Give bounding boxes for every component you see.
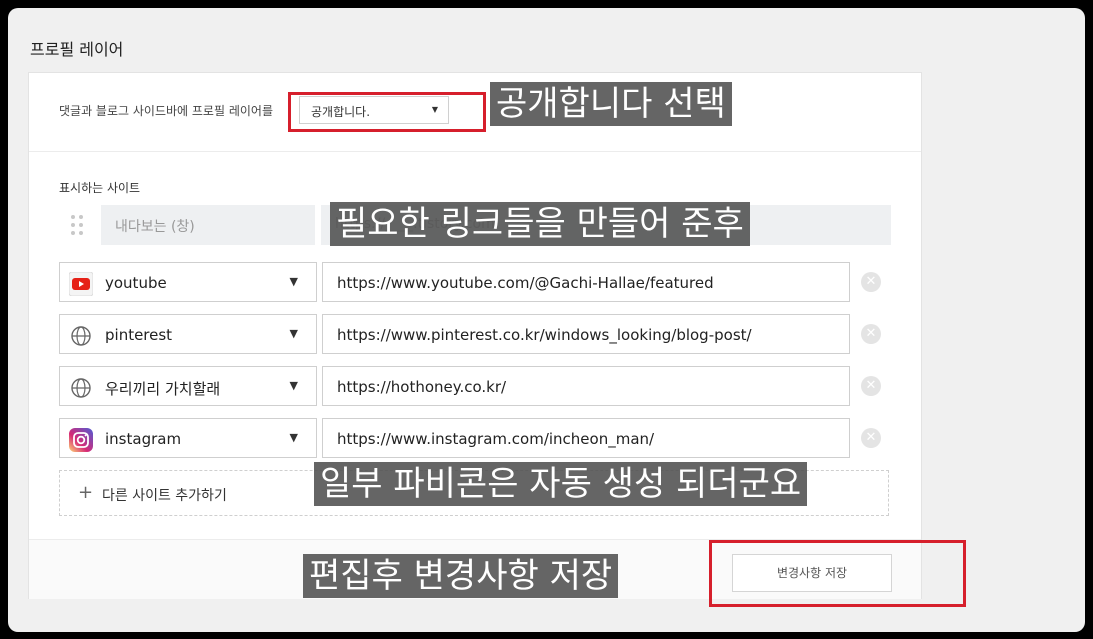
add-site-label: 다른 사이트 추가하기 bbox=[102, 488, 227, 504]
settings-window: 프로필 레이어 댓글과 블로그 사이드바에 프로필 레이어를 공개합니다. ▼ … bbox=[8, 8, 1085, 632]
plus-icon: + bbox=[78, 482, 94, 503]
remove-icon[interactable]: ✕ bbox=[861, 376, 881, 396]
site-name: pinterest bbox=[105, 326, 173, 344]
remove-icon[interactable]: ✕ bbox=[861, 272, 881, 292]
highlight-box-select bbox=[288, 92, 486, 132]
site-url-input[interactable]: https://www.youtube.com/@Gachi-Hallae/fe… bbox=[322, 262, 850, 302]
annotation-make-links: 필요한 링크들을 만들어 준후 bbox=[330, 202, 750, 246]
chevron-down-icon: ▼ bbox=[289, 327, 298, 340]
annotation-favicon-auto: 일부 파비콘은 자동 생성 되더군요 bbox=[314, 462, 808, 506]
highlight-box-save bbox=[709, 540, 966, 607]
site-row: 우리끼리 가치할래 ▼ https://hothoney.co.kr/ ✕ bbox=[59, 366, 889, 406]
globe-icon bbox=[71, 378, 91, 398]
site-select[interactable]: pinterest ▼ bbox=[59, 314, 317, 354]
site-url-input[interactable]: https://www.pinterest.co.kr/windows_look… bbox=[322, 314, 850, 354]
new-site-name-placeholder[interactable]: 내다보는 (창) bbox=[101, 205, 315, 245]
remove-icon[interactable]: ✕ bbox=[861, 428, 881, 448]
site-name: 우리끼리 가치할래 bbox=[105, 380, 221, 398]
sites-label: 표시하는 사이트 bbox=[59, 181, 141, 195]
annotation-select-public: 공개합니다 선택 bbox=[490, 82, 732, 126]
site-name: instagram bbox=[105, 430, 182, 448]
annotation-save-after-edit: 편집후 변경사항 저장 bbox=[303, 554, 619, 598]
profile-layer-card: 댓글과 블로그 사이드바에 프로필 레이어를 공개합니다. ▼ 표시하는 사이트… bbox=[28, 72, 922, 599]
globe-icon bbox=[71, 326, 91, 346]
instagram-icon bbox=[69, 428, 93, 452]
chevron-down-icon: ▼ bbox=[289, 275, 298, 288]
site-select[interactable]: 우리끼리 가치할래 ▼ bbox=[59, 366, 317, 406]
site-select[interactable]: instagram ▼ bbox=[59, 418, 317, 458]
site-select[interactable]: youtube ▼ bbox=[59, 262, 317, 302]
site-url-input[interactable]: https://www.instagram.com/incheon_man/ bbox=[322, 418, 850, 458]
site-url-input[interactable]: https://hothoney.co.kr/ bbox=[322, 366, 850, 406]
drag-handle-icon[interactable] bbox=[59, 205, 95, 245]
site-row: youtube ▼ https://www.youtube.com/@Gachi… bbox=[59, 262, 889, 302]
site-name: youtube bbox=[105, 274, 167, 292]
youtube-icon bbox=[69, 272, 93, 296]
site-row: instagram ▼ https://www.instagram.com/in… bbox=[59, 418, 889, 458]
section-title: 프로필 레이어 bbox=[30, 40, 124, 59]
site-row: pinterest ▼ https://www.pinterest.co.kr/… bbox=[59, 314, 889, 354]
remove-icon[interactable]: ✕ bbox=[861, 324, 881, 344]
chevron-down-icon: ▼ bbox=[289, 379, 298, 392]
chevron-down-icon: ▼ bbox=[289, 431, 298, 444]
profile-layer-label: 댓글과 블로그 사이드바에 프로필 레이어를 bbox=[59, 104, 273, 118]
